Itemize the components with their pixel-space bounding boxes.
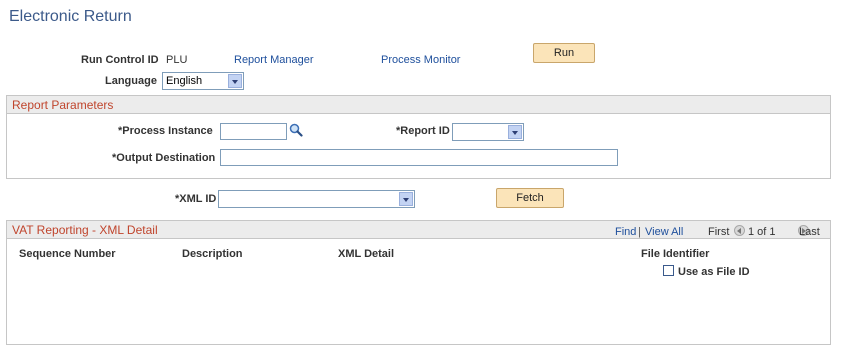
output-destination-input[interactable] <box>220 149 618 166</box>
column-description: Description <box>182 248 243 260</box>
vat-xml-detail-grid: VAT Reporting - XML Detail <box>6 220 831 345</box>
process-instance-label: *Process Instance <box>118 125 213 137</box>
run-control-label: Run Control ID <box>81 54 159 66</box>
vat-grid-heading: VAT Reporting - XML Detail <box>12 223 158 237</box>
view-all-link[interactable]: View All <box>645 226 683 238</box>
column-file-identifier: File Identifier <box>641 248 710 260</box>
page-range: 1 of 1 <box>748 226 776 238</box>
use-as-file-id-checkbox[interactable] <box>663 265 674 276</box>
language-select-value: English <box>166 75 203 87</box>
chevron-down-icon <box>228 74 242 88</box>
chevron-down-icon <box>399 192 413 206</box>
find-link[interactable]: Find <box>615 226 636 238</box>
fetch-button[interactable]: Fetch <box>496 188 564 208</box>
process-instance-input[interactable] <box>220 123 287 140</box>
magnifier-icon[interactable] <box>289 123 303 137</box>
output-destination-label: *Output Destination <box>112 152 216 164</box>
last-label: Last <box>799 226 820 238</box>
use-as-file-id-label: Use as File ID <box>678 266 750 278</box>
grid-nav-separator: | <box>638 226 641 238</box>
language-label: Language <box>105 75 157 87</box>
xml-id-label: *XML ID <box>175 193 217 205</box>
column-xml-detail: XML Detail <box>338 248 395 260</box>
first-label: First <box>708 226 730 238</box>
run-button[interactable]: Run <box>533 43 595 63</box>
report-parameters-header: Report Parameters <box>7 96 830 114</box>
report-parameters-group: Report Parameters <box>6 95 831 179</box>
report-manager-link[interactable]: Report Manager <box>234 54 314 66</box>
vat-grid-header: VAT Reporting - XML Detail <box>7 221 830 239</box>
language-select[interactable]: English <box>162 72 244 90</box>
report-id-select[interactable] <box>452 123 524 141</box>
report-id-label: *Report ID <box>396 125 450 137</box>
run-control-value: PLU <box>166 54 188 66</box>
previous-arrow-icon[interactable] <box>734 225 745 236</box>
page-title: Electronic Return <box>9 8 132 25</box>
process-monitor-link[interactable]: Process Monitor <box>381 54 460 66</box>
xml-id-select[interactable] <box>218 190 415 208</box>
chevron-down-icon <box>508 125 522 139</box>
report-parameters-heading: Report Parameters <box>12 98 114 112</box>
column-sequence-number: Sequence Number <box>19 248 116 260</box>
